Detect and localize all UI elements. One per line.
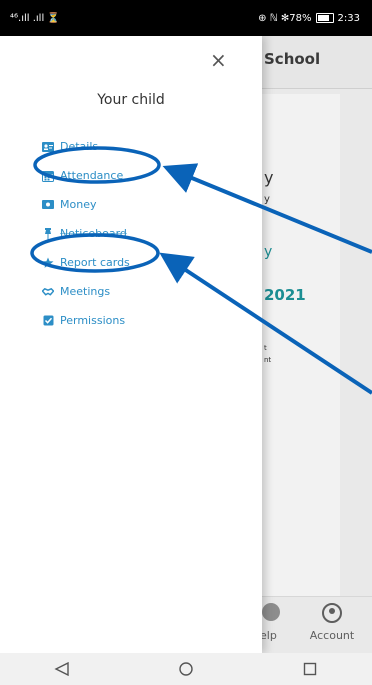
checkbox-icon <box>42 315 54 327</box>
menu-item-noticeboard[interactable]: Noticeboard <box>42 219 130 248</box>
clock: 2:33 <box>337 12 360 24</box>
account-tab[interactable]: Account <box>302 603 362 642</box>
battery-icon <box>315 13 334 23</box>
bg-year: 2021 <box>264 286 306 304</box>
status-icons: ⊕ ℕ ✻78% <box>258 12 312 24</box>
content-card: y y y 2021 t nt <box>262 94 340 624</box>
drawer-title: Your child <box>97 92 165 108</box>
menu-item-label: Attendance <box>60 169 124 182</box>
menu-item-attendance[interactable]: Attendance <box>42 161 130 190</box>
account-icon <box>322 603 342 623</box>
status-bar: ⁴⁶.ıll .ıll ⏳ ⊕ ℕ ✻78% 2:33 <box>0 0 372 36</box>
help-icon <box>262 603 280 621</box>
menu-item-label: Permissions <box>60 314 126 327</box>
handshake-icon <box>42 286 54 298</box>
back-button[interactable] <box>47 659 77 679</box>
bg-text: y <box>264 168 274 187</box>
bottom-nav: elp Account <box>260 596 372 654</box>
menu-item-permissions[interactable]: Permissions <box>42 306 130 335</box>
bg-text: y <box>264 194 270 205</box>
header-title: School <box>264 50 321 68</box>
menu-item-label: Money <box>60 198 97 211</box>
navigation-drawer: × Your child Details Attendance Money No… <box>0 36 262 653</box>
menu-item-label: Meetings <box>60 285 111 298</box>
help-label: elp <box>260 629 277 642</box>
pin-icon <box>42 227 54 240</box>
home-button[interactable] <box>171 659 201 679</box>
signal-indicators: ⁴⁶.ıll .ıll ⏳ <box>10 12 60 24</box>
menu-item-report-cards[interactable]: Report cards <box>42 248 130 277</box>
id-card-icon <box>42 141 54 153</box>
bg-text: nt <box>264 356 272 364</box>
calendar-icon <box>42 170 54 182</box>
app-header: School <box>262 36 372 89</box>
menu-item-money[interactable]: Money <box>42 190 130 219</box>
bg-text: t <box>264 344 267 352</box>
status-right: ⊕ ℕ ✻78% 2:33 <box>258 13 360 24</box>
android-nav-bar <box>0 653 372 685</box>
star-icon <box>42 257 54 269</box>
close-icon[interactable]: × <box>210 50 227 70</box>
menu-item-details[interactable]: Details <box>42 132 130 161</box>
menu-item-label: Report cards <box>60 256 130 269</box>
money-icon <box>42 199 54 211</box>
help-tab[interactable]: elp <box>260 603 292 642</box>
menu-item-label: Details <box>60 140 99 153</box>
menu-item-meetings[interactable]: Meetings <box>42 277 130 306</box>
account-label: Account <box>309 629 355 642</box>
menu-item-label: Noticeboard <box>60 227 127 240</box>
drawer-menu: Details Attendance Money Noticeboard Rep… <box>42 132 130 335</box>
background-app: School y y y 2021 t nt elp Account <box>260 36 372 654</box>
bg-text: y <box>264 244 273 260</box>
recents-button[interactable] <box>295 659 325 679</box>
